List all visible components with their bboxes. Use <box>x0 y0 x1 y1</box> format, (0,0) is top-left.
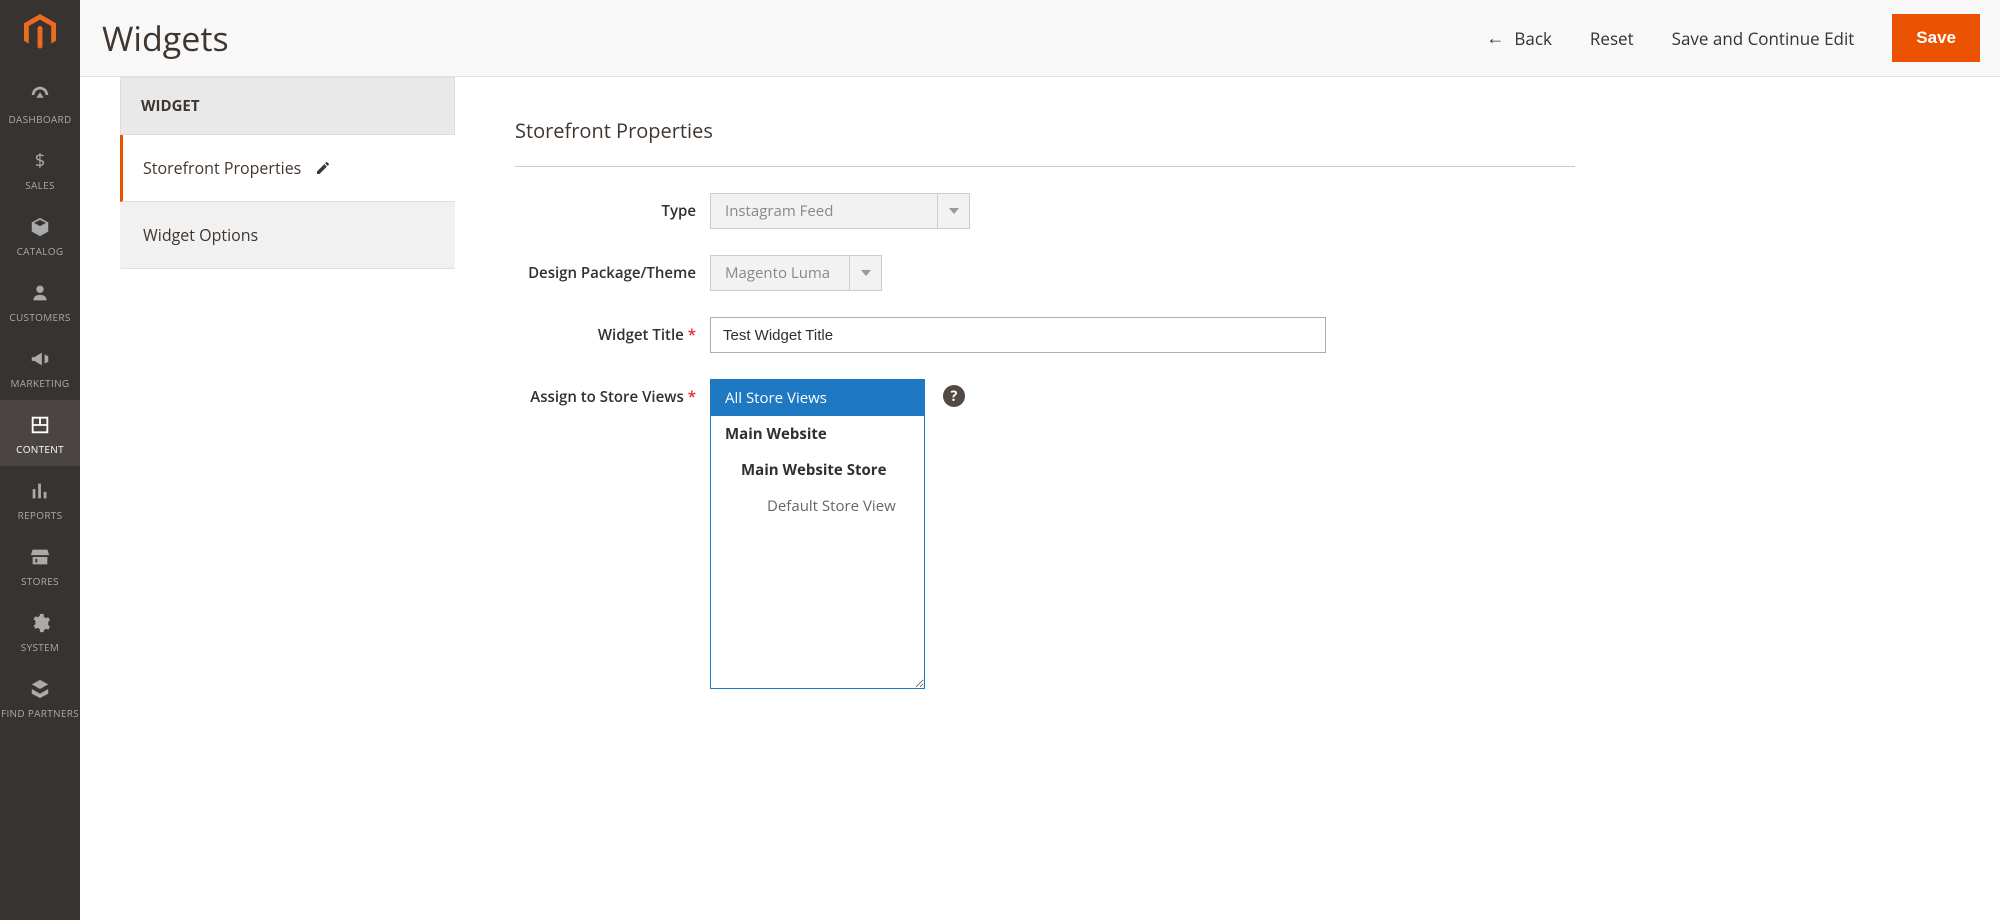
nav-label: CUSTOMERS <box>9 310 70 324</box>
nav-label: REPORTS <box>18 508 63 522</box>
field-theme: Design Package/Theme Magento Luma <box>515 255 1980 291</box>
admin-sidebar: DASHBOARD $ SALES CATALOG CUSTOMERS MARK… <box>0 0 80 920</box>
reset-button[interactable]: Reset <box>1590 27 1634 50</box>
nav-label: CONTENT <box>16 442 64 456</box>
store-view-all[interactable]: All Store Views <box>711 380 924 416</box>
back-button[interactable]: ← Back <box>1486 26 1552 50</box>
assign-label: Assign to Store Views* <box>515 379 710 407</box>
nav-label: FIND PARTNERS <box>1 706 79 720</box>
store-view-main-website[interactable]: Main Website <box>711 416 924 452</box>
section-title: Storefront Properties <box>515 117 1575 167</box>
field-assign-store-views: Assign to Store Views* All Store Views M… <box>515 379 1980 689</box>
theme-label: Design Package/Theme <box>515 255 710 283</box>
main-area: Widgets ← Back Reset Save and Continue E… <box>80 0 2000 920</box>
caret-down-icon <box>850 255 882 291</box>
nav-label: CATALOG <box>17 244 64 258</box>
required-asterisk: * <box>688 387 696 407</box>
page-title: Widgets <box>102 15 229 61</box>
save-button[interactable]: Save <box>1892 14 1980 62</box>
store-views-listbox[interactable]: All Store Views Main Website Main Websit… <box>710 379 925 689</box>
svg-text:$: $ <box>35 150 45 172</box>
tab-storefront-properties[interactable]: Storefront Properties <box>120 135 455 202</box>
nav-catalog[interactable]: CATALOG <box>0 202 80 268</box>
nav-label: SYSTEM <box>21 640 59 654</box>
nav-content[interactable]: CONTENT <box>0 400 80 466</box>
pencil-icon <box>315 160 331 176</box>
store-view-main-store[interactable]: Main Website Store <box>711 452 924 488</box>
tabs-header: WIDGET <box>120 77 455 135</box>
nav-label: MARKETING <box>11 376 70 390</box>
nav-dashboard[interactable]: DASHBOARD <box>0 70 80 136</box>
type-value: Instagram Feed <box>710 193 938 229</box>
content: WIDGET Storefront Properties Widget Opti… <box>80 77 2000 715</box>
form-area: Storefront Properties Type Instagram Fee… <box>455 77 2000 715</box>
widget-title-input[interactable] <box>710 317 1326 353</box>
save-continue-button[interactable]: Save and Continue Edit <box>1672 27 1855 50</box>
nav-label: SALES <box>25 178 55 192</box>
title-label: Widget Title* <box>515 317 710 345</box>
caret-down-icon <box>938 193 970 229</box>
store-view-default[interactable]: Default Store View <box>711 488 924 524</box>
nav-stores[interactable]: STORES <box>0 532 80 598</box>
theme-select: Magento Luma <box>710 255 882 291</box>
page-header: Widgets ← Back Reset Save and Continue E… <box>80 0 2000 77</box>
field-type: Type Instagram Feed <box>515 193 1980 229</box>
help-icon[interactable]: ? <box>943 385 965 407</box>
nav-partners[interactable]: FIND PARTNERS <box>0 664 80 730</box>
header-actions: ← Back Reset Save and Continue Edit Save <box>1486 14 1980 62</box>
nav-label: STORES <box>21 574 59 588</box>
nav-customers[interactable]: CUSTOMERS <box>0 268 80 334</box>
arrow-left-icon: ← <box>1486 26 1504 50</box>
nav-sales[interactable]: $ SALES <box>0 136 80 202</box>
nav-label: DASHBOARD <box>8 112 71 126</box>
magento-logo[interactable] <box>20 12 60 52</box>
widget-tabs: WIDGET Storefront Properties Widget Opti… <box>120 77 455 715</box>
theme-value: Magento Luma <box>710 255 850 291</box>
nav-reports[interactable]: REPORTS <box>0 466 80 532</box>
tab-widget-options[interactable]: Widget Options <box>120 202 455 269</box>
nav-marketing[interactable]: MARKETING <box>0 334 80 400</box>
type-select: Instagram Feed <box>710 193 970 229</box>
tab-label: Storefront Properties <box>143 157 301 179</box>
required-asterisk: * <box>688 325 696 345</box>
type-label: Type <box>515 193 710 221</box>
nav-system[interactable]: SYSTEM <box>0 598 80 664</box>
field-widget-title: Widget Title* <box>515 317 1980 353</box>
back-label: Back <box>1514 27 1552 50</box>
